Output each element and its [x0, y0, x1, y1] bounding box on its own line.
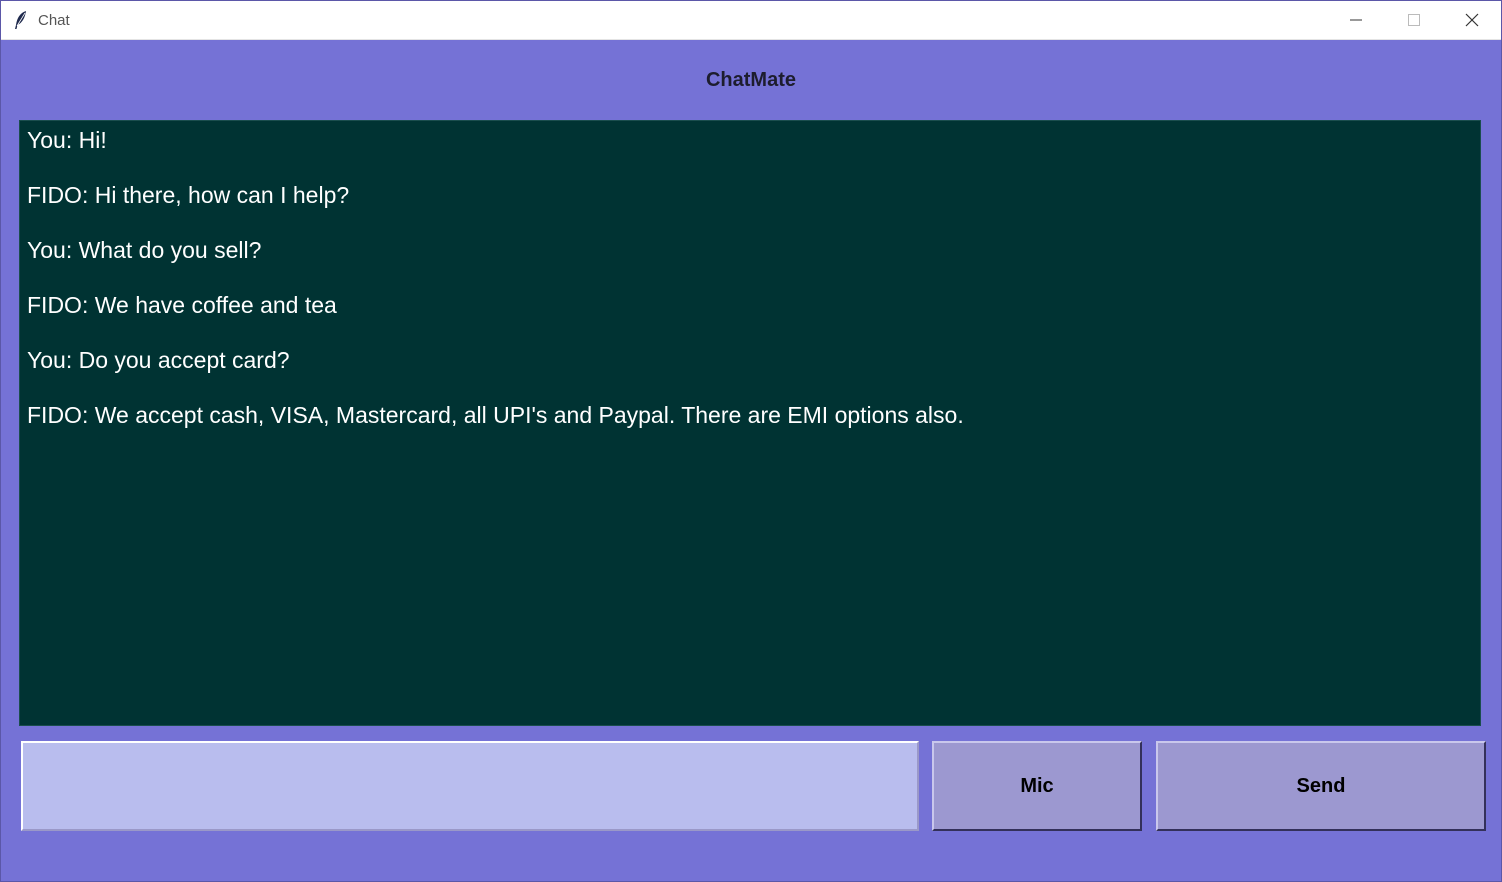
chat-message: FIDO: We accept cash, VISA, Mastercard, …	[27, 402, 964, 428]
chat-message: FIDO: We have coffee and tea	[27, 292, 337, 318]
chat-window: Chat ChatMate You: Hi! FIDO: Hi there, h…	[0, 0, 1502, 882]
feather-icon	[14, 10, 28, 30]
chat-message: You: What do you sell?	[27, 237, 262, 263]
minimize-button[interactable]	[1327, 1, 1385, 39]
app-heading: ChatMate	[705, 69, 796, 91]
maximize-button[interactable]	[1385, 1, 1443, 39]
chat-message: FIDO: Hi there, how can I help?	[27, 182, 350, 208]
mic-button[interactable]: Mic	[932, 741, 1142, 831]
chat-message: You: Hi!	[27, 127, 107, 153]
window-title: Chat	[38, 12, 70, 29]
chat-log[interactable]: You: Hi! FIDO: Hi there, how can I help?…	[19, 120, 1481, 726]
close-icon	[1465, 13, 1479, 27]
send-button[interactable]: Send	[1156, 741, 1486, 831]
message-input[interactable]	[21, 741, 919, 831]
minimize-icon	[1350, 19, 1362, 21]
title-bar[interactable]: Chat	[1, 1, 1501, 40]
maximize-icon	[1408, 14, 1420, 26]
close-button[interactable]	[1443, 1, 1501, 39]
chat-message: You: Do you accept card?	[27, 347, 290, 373]
